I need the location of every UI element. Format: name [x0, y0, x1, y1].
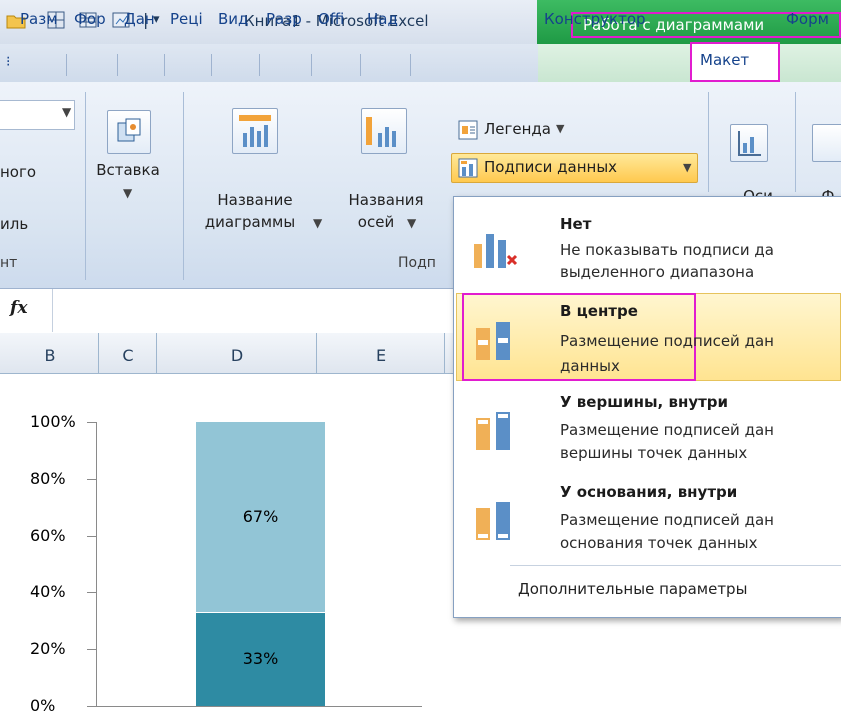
y-tick-label: 60%	[30, 525, 66, 545]
axis-titles-label-1: Названия	[348, 191, 424, 209]
insert-shapes-icon	[117, 118, 141, 142]
data-labels-icon	[458, 158, 478, 178]
axis-titles-icon	[366, 117, 396, 147]
tab-review[interactable]: Реці	[170, 6, 208, 34]
tab-data[interactable]: Дан	[124, 6, 160, 34]
y-axis-line	[96, 422, 97, 706]
data-labels-label: Подписи данных	[484, 158, 618, 176]
tab-formulas[interactable]: Фор	[74, 6, 114, 34]
menu-separator	[510, 565, 841, 566]
menu-item-inside-base-desc-1: Размещение подписей дан	[560, 511, 774, 529]
insert-label: Вставка	[96, 161, 160, 179]
menu-item-inside-end-desc-1: Размещение подписей дан	[560, 421, 774, 439]
menu-item-none-desc-2: выделенного диапазона	[560, 263, 755, 281]
y-tick-label: 20%	[30, 639, 66, 659]
y-tick-label: 100%	[30, 412, 76, 431]
column-header-b[interactable]: B	[20, 346, 80, 365]
column-header-d[interactable]: D	[158, 346, 316, 365]
axis-titles-dropdown-icon: ▼	[407, 216, 417, 230]
chart-title-dropdown-icon: ▼	[313, 216, 323, 230]
tab-layout[interactable]: Макет	[690, 42, 780, 82]
axes-button[interactable]	[730, 124, 768, 162]
menu-item-inside-end-desc-2: вершины точек данных	[560, 444, 748, 462]
tab-design[interactable]: Конструктор	[544, 6, 684, 34]
group-current-fragment: нт	[0, 255, 18, 271]
y-tick-label: 0%	[30, 696, 56, 715]
no-labels-icon	[474, 234, 518, 268]
data-label-2[interactable]: 67%	[196, 507, 325, 526]
insert-dropdown-icon: ▼	[123, 186, 133, 200]
column-header-c[interactable]: C	[100, 346, 156, 365]
background-button[interactable]	[812, 124, 841, 162]
x-axis-line	[87, 706, 422, 707]
formula-input[interactable]	[60, 292, 450, 328]
tab-office[interactable]: Offi	[318, 6, 356, 34]
menu-item-none-desc-1: Не показывать подписи да	[560, 241, 774, 259]
menu-item-center-desc-1: Размещение подписей дан	[560, 332, 774, 350]
chart-title-icon	[239, 115, 271, 147]
chart-title-button[interactable]	[232, 108, 278, 154]
axis-titles-button[interactable]	[361, 108, 407, 154]
chart-title-label-2: диаграммы	[204, 213, 296, 231]
tab-developer[interactable]: Разр	[266, 6, 308, 34]
legend-label: Легенда	[484, 120, 551, 138]
menu-item-inside-base-title[interactable]: У основания, внутри	[560, 483, 737, 501]
legend-dropdown-icon: ▼	[556, 122, 565, 135]
y-tick-label: 80%	[30, 468, 66, 488]
column-header-e[interactable]: E	[318, 346, 444, 365]
format-selection-label: ного	[0, 163, 37, 181]
chart-title-label-1: Название	[217, 191, 293, 209]
inside-base-labels-icon	[476, 502, 510, 540]
tab-addins[interactable]: Над	[367, 6, 407, 34]
inside-end-labels-icon	[476, 412, 510, 450]
tab-page-layout[interactable]: Разм	[20, 6, 62, 34]
data-labels-dropdown-icon: ▼	[683, 161, 692, 174]
insert-button[interactable]	[107, 110, 151, 154]
axes-icon	[738, 131, 761, 156]
menu-item-more-options[interactable]: Дополнительные параметры	[518, 580, 747, 598]
tabs-scroll-indicator: ⁝	[6, 54, 11, 70]
menu-item-center-title[interactable]: В центре	[560, 302, 638, 320]
legend-button[interactable]: Легенда ▼	[458, 120, 658, 146]
menu-item-none-title[interactable]: Нет	[560, 215, 591, 233]
chevron-down-icon: ▼	[62, 105, 72, 119]
tab-view[interactable]: Вид	[218, 6, 256, 34]
menu-item-inside-base-desc-2: основания точек данных	[560, 534, 758, 552]
menu-item-center-desc-2: данных	[560, 357, 620, 375]
y-tick-label: 40%	[30, 582, 66, 602]
data-label-1[interactable]: 33%	[196, 649, 325, 668]
reset-style-label: иль	[0, 215, 29, 233]
axis-titles-label-2: осей	[357, 213, 395, 231]
group-labels-label: Подп	[398, 255, 436, 271]
chart-element-dropdown[interactable]: ▼	[0, 100, 75, 130]
menu-item-inside-end-title[interactable]: У вершины, внутри	[560, 393, 728, 411]
function-icon[interactable]: fx	[10, 298, 27, 318]
legend-icon	[458, 120, 478, 140]
tab-format[interactable]: Форм	[786, 6, 841, 34]
